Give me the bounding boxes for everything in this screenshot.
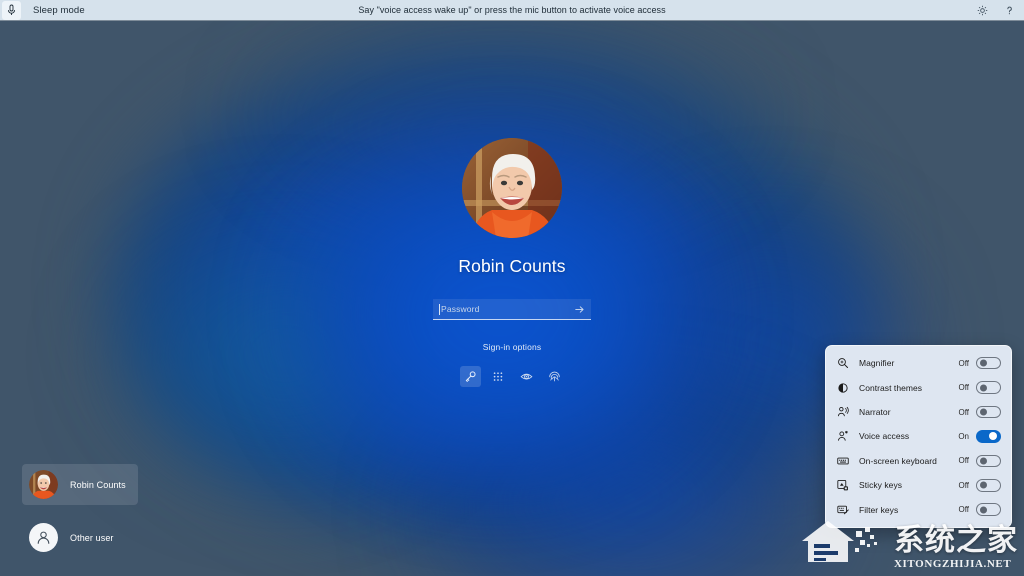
accessibility-item-contrast-themes[interactable]: Contrast themes Off: [826, 375, 1011, 399]
help-question-icon[interactable]: [1003, 4, 1016, 17]
sticky-keys-icon: [837, 479, 850, 491]
watermark-english: XITONGZHIJIA.NET: [894, 558, 1012, 570]
page-title: Robin Counts: [458, 256, 566, 276]
accessibility-item-magnifier[interactable]: Magnifier Off: [826, 351, 1011, 375]
password-placeholder: Password: [441, 304, 480, 314]
house-logo-icon: [798, 517, 890, 570]
toggle-voice-access[interactable]: [976, 430, 1001, 443]
voice-access-bar: Sleep mode Say "voice access wake up" or…: [0, 0, 1024, 21]
watermark-chinese: 系统之家: [894, 523, 1018, 558]
password-field[interactable]: Password: [433, 299, 591, 320]
voice-access-icon: [837, 430, 850, 442]
lock-screen: Sleep mode Say "voice access wake up" or…: [0, 0, 1024, 576]
toggle-sticky-keys[interactable]: [976, 479, 1001, 492]
filter-keys-icon: [837, 504, 850, 516]
accessibility-item-state: Off: [958, 358, 969, 368]
list-item-label: Robin Counts: [70, 479, 126, 490]
list-item-label: Other user: [70, 532, 114, 543]
sign-in-options-link[interactable]: Sign-in options: [483, 342, 541, 352]
accessibility-item-state: Off: [958, 456, 969, 466]
magnifier-icon: [837, 357, 850, 369]
sleep-mode-status: Sleep mode: [33, 4, 85, 16]
accessibility-item-label: Filter keys: [859, 504, 899, 515]
toggle-filter-keys[interactable]: [976, 503, 1001, 516]
accessibility-item-state: Off: [958, 505, 969, 515]
on-screen-keyboard-icon: [837, 455, 850, 467]
list-item[interactable]: Other user: [22, 517, 138, 558]
toggle-magnifier[interactable]: [976, 356, 1001, 370]
microphone-icon[interactable]: [2, 0, 21, 20]
accessibility-item-state: Off: [958, 480, 969, 490]
toggle-contrast-themes[interactable]: [976, 381, 1001, 394]
generic-person-icon: [29, 523, 58, 552]
accessibility-item-label: Sticky keys: [859, 480, 903, 491]
narrator-icon: [837, 406, 850, 418]
toggle-narrator[interactable]: [976, 405, 1001, 419]
pin-grid-icon[interactable]: [488, 366, 509, 387]
password-key-icon[interactable]: [459, 366, 481, 387]
sign-in-methods: [459, 366, 565, 387]
avatar: [29, 470, 58, 499]
gear-icon[interactable]: [976, 4, 989, 17]
accessibility-item-label: Contrast themes: [859, 382, 923, 393]
accessibility-item-state: Off: [958, 383, 969, 393]
accessibility-item-label: Voice access: [859, 431, 910, 442]
user-switcher-list: Robin Counts Other user: [22, 464, 138, 558]
accessibility-item-narrator[interactable]: Narrator Off: [826, 400, 1011, 424]
voice-access-prompt: Say "voice access wake up" or press the …: [358, 5, 666, 15]
toggle-on-screen-keyboard[interactable]: [976, 454, 1001, 468]
accessibility-item-state: On: [958, 431, 969, 441]
accessibility-item-label: Magnifier: [859, 358, 895, 369]
accessibility-item-on-screen-keyboard[interactable]: On-screen keyboard Off: [826, 449, 1011, 473]
list-item[interactable]: Robin Counts: [22, 464, 138, 505]
fingerprint-icon[interactable]: [544, 366, 565, 387]
accessibility-item-sticky-keys[interactable]: Sticky keys Off: [826, 473, 1011, 497]
accessibility-item-label: On-screen keyboard: [859, 455, 937, 466]
accessibility-item-label: Narrator: [859, 407, 891, 418]
accessibility-item-voice-access[interactable]: Voice access On: [826, 424, 1011, 448]
contrast-themes-icon: [837, 382, 850, 394]
iris-eye-icon[interactable]: [516, 366, 537, 387]
voice-access-actions: [976, 4, 1016, 17]
text-caret: [439, 303, 440, 315]
watermark: 系统之家 XITONGZHIJIA.NET: [798, 517, 1018, 570]
accessibility-panel: Magnifier Off Contrast themes Off Narrat…: [825, 345, 1012, 528]
avatar: [462, 138, 562, 238]
accessibility-item-state: Off: [958, 407, 969, 417]
submit-password-button[interactable]: [572, 302, 586, 316]
